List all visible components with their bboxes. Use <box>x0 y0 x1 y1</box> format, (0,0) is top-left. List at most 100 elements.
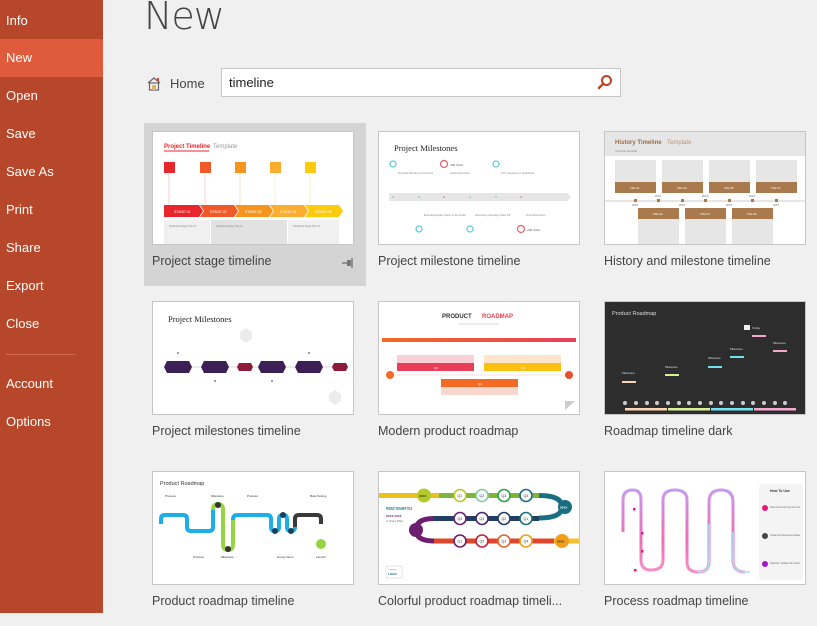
thumb-title: PRODUCT ROADMAP TITLE <box>386 506 412 511</box>
year-label: 20XX <box>632 204 638 207</box>
template-thumbnail: Project Milestones <box>152 301 354 415</box>
sidebar-item-new[interactable]: New <box>0 39 103 77</box>
sidebar-item-info[interactable]: Info <box>0 2 103 40</box>
year-label: 20XX <box>702 195 708 198</box>
sidebar-item-account[interactable]: Account <box>0 365 103 403</box>
history-title: Title 01 <box>630 186 640 190</box>
roadmap-label: Process <box>193 555 204 559</box>
milestone-note: Beta Registration Opens to the Public <box>424 214 466 217</box>
subs-label: 200 Subs <box>527 228 541 232</box>
template-thumbnail: History Timeline Template Timeline Subti… <box>604 131 806 245</box>
sidebar-item-print[interactable]: Print <box>0 191 103 229</box>
stage-label: STAGE 03 <box>245 210 262 214</box>
sidebar-item-open[interactable]: Open <box>0 77 103 115</box>
quarter-label: Q1 <box>458 494 463 498</box>
stage-box-text: Additional Stage Title 01 <box>169 225 197 228</box>
home-link[interactable]: Home <box>146 72 205 94</box>
thumb-title: Project Milestones <box>168 314 232 324</box>
sidebar-item-close[interactable]: Close <box>0 305 103 343</box>
milestone-note: NYC Launches on all Markets <box>501 172 535 175</box>
quarter-label: Q4 <box>458 517 463 521</box>
template-label: Product roadmap timeline <box>152 594 295 608</box>
thumb-title: Product Roadmap <box>612 311 656 317</box>
thumb-title-b: ROADMAP <box>482 314 513 320</box>
search-icon[interactable] <box>597 74 613 96</box>
year-label: 20XX <box>726 204 732 207</box>
subs-label: 200 Subs <box>450 163 464 167</box>
stage-box-text: Additional Stage Title 01 <box>216 225 244 228</box>
logo-text: LOGO <box>388 572 397 576</box>
stage-label: STAGE 01 <box>174 210 191 214</box>
sidebar-item-export[interactable]: Export <box>0 267 103 305</box>
template-search-input[interactable] <box>229 72 589 93</box>
logo-sub: Company <box>388 569 397 571</box>
roadmap-label: Group Items <box>277 555 294 559</box>
template-label: Project milestones timeline <box>152 424 301 438</box>
thumb-title: Project Milestones <box>394 143 458 153</box>
stage-label: STAGE 05 <box>315 210 332 214</box>
quarter-label: Q2 <box>480 540 485 544</box>
quarter-label: Q3 <box>502 540 507 544</box>
template-card-project-milestone-timeline[interactable]: Project Milestones 200 Subs Financial Pl… <box>370 123 592 286</box>
thumb-plan: 3 Years Plan <box>386 519 403 523</box>
template-label: Roadmap timeline dark <box>604 424 733 438</box>
thumb-title: Product Roadmap <box>160 481 204 487</box>
stage-label: STAGE 02 <box>210 210 227 214</box>
year-label: 20XX <box>655 195 661 198</box>
milestone-label: Milestone <box>622 371 635 375</box>
year-label: 20XX <box>679 204 685 207</box>
template-thumbnail: 20XX 20XX 20XX Q1 Q2 Q3 Q4 Q4 Q3 Q2 Q1 Q… <box>378 471 580 585</box>
sidebar-item-save-as[interactable]: Save As <box>0 153 103 191</box>
template-card-history-milestone-timeline[interactable]: History Timeline Template Timeline Subti… <box>596 123 817 286</box>
quarter-label: Q3 <box>480 517 485 521</box>
template-thumbnail: How To Use Delete the lines and text you… <box>604 471 806 585</box>
sidebar-item-options[interactable]: Options <box>0 403 103 441</box>
template-label: Colorful product roadmap timeli... <box>378 594 563 608</box>
milestone-label: Milestone <box>665 365 678 369</box>
template-card-roadmap-timeline-dark[interactable]: Product Roadmap Milestone Milestone Mile… <box>596 293 817 456</box>
history-title: Title 03 <box>677 186 687 190</box>
bar-label: Q2 <box>478 382 482 386</box>
template-card-project-stage-timeline[interactable]: Project Timeline Template STAGE 01 STAGE… <box>144 123 366 286</box>
template-card-project-milestones-timeline[interactable]: Project Milestones Project milestones ti… <box>144 293 366 456</box>
template-card-product-roadmap-timeline[interactable]: Product Roadmap Process Milestone Proces… <box>144 463 366 626</box>
milestone-note: Financial Planning Commences <box>398 172 434 175</box>
sidebar-divider <box>6 354 76 355</box>
milestone-label: Milestone <box>773 341 786 345</box>
pin-icon[interactable] <box>342 255 354 273</box>
year-badge: 20XX <box>419 494 426 498</box>
milestone-note: Final Subscribers <box>526 214 546 217</box>
template-label: Project stage timeline <box>152 254 272 268</box>
history-title: Title 04 <box>700 212 710 216</box>
thumb-subtitle: Timeline Subtitle <box>615 149 637 153</box>
stage-label: STAGE 04 <box>280 210 297 214</box>
template-card-colorful-product-roadmap[interactable]: 20XX 20XX 20XX Q1 Q2 Q3 Q4 Q4 Q3 Q2 Q1 Q… <box>370 463 592 626</box>
template-card-process-roadmap-timeline[interactable]: How To Use Delete the lines and text you… <box>596 463 817 626</box>
template-search-box <box>221 68 621 97</box>
thumb-title-accent: Project Timeline <box>164 144 211 150</box>
milestone-note: Advertising Campaign Kicks Off <box>475 214 510 217</box>
howto-title: How To Use <box>770 489 790 493</box>
template-card-modern-product-roadmap[interactable]: PRODUCT ROADMAP Q1 Q3 Q2 Modern product … <box>370 293 592 456</box>
howto-step: Optional: Update the colors <box>770 562 801 565</box>
thumb-title-accent: History Timeline <box>615 140 662 146</box>
howto-step: Update the milestones and dates <box>770 534 801 537</box>
history-title: Title 06 <box>747 212 757 216</box>
roadmap-label: Process <box>165 494 176 498</box>
template-label: Process roadmap timeline <box>604 594 749 608</box>
year-badge: 20XX <box>560 506 567 510</box>
backstage-sidebar: Info New Open Save Save As Print Share E… <box>0 0 103 613</box>
template-label: Project milestone timeline <box>378 254 521 268</box>
sidebar-item-save[interactable]: Save <box>0 115 103 153</box>
quarter-label: Q2 <box>480 494 485 498</box>
template-thumbnail: Product Roadmap Process Milestone Proces… <box>152 471 354 585</box>
milestone-note: Initial Subscribers <box>450 172 470 175</box>
sidebar-item-share[interactable]: Share <box>0 229 103 267</box>
roadmap-label: Process <box>247 494 258 498</box>
quarter-label: Q4 <box>524 540 529 544</box>
quarter-label: Q1 <box>524 517 529 521</box>
howto-step: Delete the lines and text you don't need <box>770 506 800 509</box>
quarter-label: Q4 <box>524 494 529 498</box>
year-label: 20XX <box>773 204 779 207</box>
history-title: Title 05 <box>724 186 734 190</box>
